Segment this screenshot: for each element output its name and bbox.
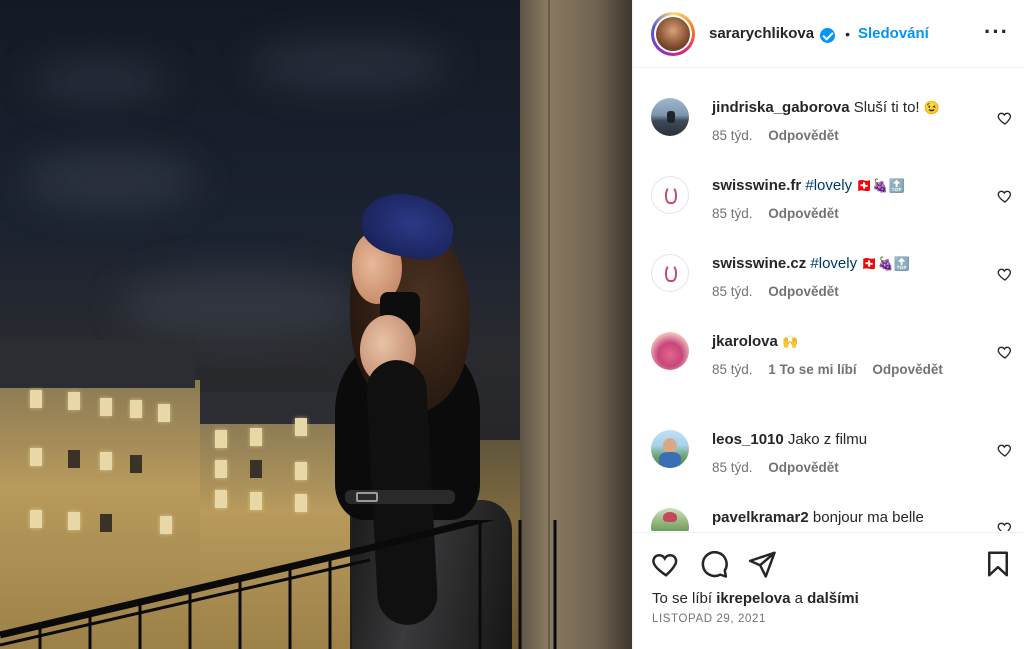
commenter-avatar[interactable]: [651, 98, 689, 136]
bookmark-icon[interactable]: [983, 549, 1013, 579]
comment-emoji: 🇨🇭🍇🔝: [856, 178, 905, 193]
reply-button[interactable]: Odpovědět: [872, 362, 943, 377]
comment-heart-icon[interactable]: [997, 266, 1013, 282]
comment-username[interactable]: pavelkramar2: [712, 509, 809, 526]
comment-age[interactable]: 85 týd.: [712, 128, 753, 143]
reply-button[interactable]: Odpovědět: [768, 460, 839, 475]
post-header: sararychlikova • Sledování ···: [633, 0, 1024, 68]
comment-age[interactable]: 85 týd.: [712, 460, 753, 475]
comment-heart-icon[interactable]: [997, 110, 1013, 126]
comment-heart-icon[interactable]: [997, 188, 1013, 204]
comment-text: bonjour ma belle: [812, 509, 924, 526]
verified-badge-icon: [820, 28, 836, 43]
comment-heart-icon[interactable]: [997, 520, 1013, 531]
post-photo[interactable]: [0, 0, 632, 649]
commenter-avatar[interactable]: [651, 430, 689, 468]
author-username[interactable]: sararychlikova: [709, 25, 814, 42]
comment-username[interactable]: jindriska_gaborova: [712, 99, 850, 116]
post-side-panel: sararychlikova • Sledování ··· jindriska…: [632, 0, 1024, 649]
comment-age[interactable]: 85 týd.: [712, 284, 753, 299]
heart-icon[interactable]: [651, 549, 681, 579]
post-actions: To se líbí ikrepelova a dalšími LISTOPAD…: [633, 532, 1024, 649]
comment-bubble-icon[interactable]: [699, 549, 729, 579]
likes-others-link[interactable]: dalšími: [807, 590, 859, 607]
author-avatar[interactable]: [651, 11, 695, 56]
comment-username[interactable]: swisswine.fr: [712, 177, 801, 194]
reply-button[interactable]: Odpovědět: [768, 128, 839, 143]
comment-emoji: 😉: [923, 100, 940, 115]
comment-likes-count[interactable]: 1 To se mi líbí: [768, 362, 856, 377]
commenter-avatar[interactable]: [651, 254, 689, 292]
comment-emoji: 🇨🇭🍇🔝: [861, 256, 910, 271]
comment-hashtag[interactable]: #lovely: [805, 177, 852, 194]
likes-conjunction: a: [794, 590, 803, 607]
comment-text: Jako z filmu: [787, 431, 868, 448]
likes-user-link[interactable]: ikrepelova: [716, 590, 790, 607]
comment-username[interactable]: leos_1010: [712, 431, 784, 448]
comments-list[interactable]: jindriska_gaborova Sluší ti to! 😉 85 týd…: [633, 68, 1024, 531]
commenter-avatar[interactable]: [651, 332, 689, 370]
balcony-railing: [0, 520, 557, 649]
likes-prefix: To se líbí: [652, 590, 713, 607]
comment-age[interactable]: 85 týd.: [712, 362, 753, 377]
reply-button[interactable]: Odpovědět: [768, 206, 839, 221]
comment-heart-icon[interactable]: [997, 442, 1013, 458]
comment-age[interactable]: 85 týd.: [712, 206, 753, 221]
comment-emoji: 🙌: [782, 334, 799, 349]
likes-summary: To se líbí ikrepelova a dalšími: [652, 590, 859, 607]
comment-text: Sluší ti to!: [853, 99, 920, 116]
comment-heart-icon[interactable]: [997, 344, 1013, 360]
follow-button[interactable]: Sledování: [858, 25, 929, 42]
post-date[interactable]: LISTOPAD 29, 2021: [652, 613, 766, 625]
more-options-icon[interactable]: ···: [984, 21, 1009, 43]
comment-username[interactable]: jkarolova: [712, 333, 778, 350]
separator-dot: •: [845, 25, 850, 42]
commenter-avatar[interactable]: [651, 176, 689, 214]
comment-username[interactable]: swisswine.cz: [712, 255, 806, 272]
send-icon[interactable]: [747, 549, 777, 579]
reply-button[interactable]: Odpovědět: [768, 284, 839, 299]
commenter-avatar[interactable]: [651, 508, 689, 531]
comment-hashtag[interactable]: #lovely: [810, 255, 857, 272]
